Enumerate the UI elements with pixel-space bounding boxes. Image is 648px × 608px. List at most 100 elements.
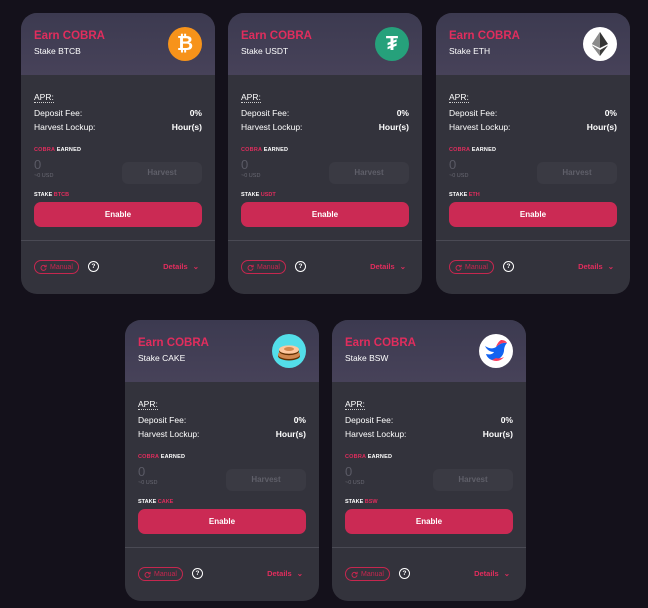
help-icon[interactable]: ?	[503, 261, 514, 272]
stake-word: STAKE	[138, 499, 157, 505]
card-header: Earn COBRA Stake USDT ₮	[228, 13, 422, 75]
details-toggle[interactable]: Details ⌄	[370, 262, 406, 271]
details-label: Details	[578, 262, 603, 271]
stake-word: STAKE	[449, 192, 468, 198]
harvest-button[interactable]: Harvest	[226, 469, 306, 491]
earn-title: Earn COBRA	[345, 337, 416, 349]
details-toggle[interactable]: Details ⌄	[267, 569, 303, 578]
manual-label: Manual	[154, 570, 177, 578]
enable-button[interactable]: Enable	[241, 202, 409, 227]
usdt-icon: ₮	[375, 27, 409, 61]
harvest-lockup-row: Harvest Lockup: Hour(s)	[138, 429, 306, 439]
eth-icon	[583, 27, 617, 61]
details-toggle[interactable]: Details ⌄	[578, 262, 614, 271]
harvest-lockup-value: Hour(s)	[275, 429, 306, 439]
stake-token: ETH	[468, 192, 480, 198]
details-toggle[interactable]: Details ⌄	[474, 569, 510, 578]
earn-title: Earn COBRA	[34, 30, 105, 42]
chevron-down-icon: ⌄	[503, 569, 510, 578]
deposit-fee-row: Deposit Fee: 0%	[138, 415, 306, 425]
harvest-button[interactable]: Harvest	[537, 162, 617, 184]
earned-value: 0	[138, 464, 146, 479]
harvest-lockup-value: Hour(s)	[378, 122, 409, 132]
stake-label: STAKE USDT	[241, 192, 276, 198]
earn-title: Earn COBRA	[241, 30, 312, 42]
biswap-bird-icon	[485, 340, 507, 361]
details-label: Details	[370, 262, 395, 271]
card-header: Earn COBRA Stake CAKE	[125, 320, 319, 382]
deposit-fee-value: 0%	[293, 415, 306, 425]
manual-label: Manual	[50, 263, 73, 271]
help-icon[interactable]: ?	[399, 568, 410, 579]
divider	[125, 547, 319, 548]
harvest-button[interactable]: Harvest	[433, 469, 513, 491]
help-icon[interactable]: ?	[192, 568, 203, 579]
stake-word: STAKE	[345, 499, 364, 505]
stake-label: STAKE BSW	[345, 499, 378, 505]
earned-word: EARNED	[471, 147, 497, 153]
deposit-fee-value: 0%	[189, 108, 202, 118]
earned-word: EARNED	[263, 147, 289, 153]
harvest-lockup-row: Harvest Lockup: Hour(s)	[34, 122, 202, 132]
apr-label: APR:	[138, 399, 158, 410]
manual-label: Manual	[465, 263, 488, 271]
stake-subtitle: Stake CAKE	[138, 353, 186, 363]
stake-label: STAKE ETH	[449, 192, 480, 198]
deposit-fee-row: Deposit Fee: 0%	[345, 415, 513, 425]
chevron-down-icon: ⌄	[192, 262, 199, 271]
details-label: Details	[474, 569, 499, 578]
help-icon[interactable]: ?	[295, 261, 306, 272]
deposit-fee-row: Deposit Fee: 0%	[449, 108, 617, 118]
harvest-lockup-label: Harvest Lockup:	[34, 122, 96, 132]
farm-card-btcb: Earn COBRA Stake BTCB ₿ APR: Deposit Fee…	[21, 13, 215, 294]
harvest-lockup-value: Hour(s)	[482, 429, 513, 439]
earned-label: COBRA EARNED	[449, 147, 496, 153]
farm-card-bsw: Earn COBRA Stake BSW APR: Deposit Fee: 0…	[332, 320, 526, 601]
refresh-icon	[455, 264, 462, 271]
details-label: Details	[163, 262, 188, 271]
enable-button[interactable]: Enable	[345, 509, 513, 534]
harvest-button[interactable]: Harvest	[329, 162, 409, 184]
deposit-fee-value: 0%	[396, 108, 409, 118]
earned-label: COBRA EARNED	[138, 454, 185, 460]
pancake-stack-icon	[278, 345, 300, 361]
apr-label: APR:	[34, 92, 54, 103]
harvest-lockup-value: Hour(s)	[586, 122, 617, 132]
deposit-fee-label: Deposit Fee:	[34, 108, 83, 118]
manual-badge: Manual	[449, 260, 494, 274]
earned-word: EARNED	[56, 147, 82, 153]
manual-badge: Manual	[138, 567, 183, 581]
details-toggle[interactable]: Details ⌄	[163, 262, 199, 271]
deposit-fee-value: 0%	[500, 415, 513, 425]
card-header: Earn COBRA Stake BSW	[332, 320, 526, 382]
refresh-icon	[247, 264, 254, 271]
card-header: Earn COBRA Stake BTCB ₿	[21, 13, 215, 75]
stake-token: BSW	[364, 499, 378, 505]
earned-usd: ~0 USD	[34, 173, 54, 179]
earned-value: 0	[449, 157, 457, 172]
stake-token: USDT	[260, 192, 276, 198]
earned-label: COBRA EARNED	[241, 147, 288, 153]
enable-button[interactable]: Enable	[138, 509, 306, 534]
apr-label: APR:	[449, 92, 469, 103]
earn-title: Earn COBRA	[138, 337, 209, 349]
deposit-fee-value: 0%	[604, 108, 617, 118]
refresh-icon	[144, 571, 151, 578]
chevron-down-icon: ⌄	[399, 262, 406, 271]
harvest-button[interactable]: Harvest	[122, 162, 202, 184]
enable-button[interactable]: Enable	[449, 202, 617, 227]
harvest-lockup-label: Harvest Lockup:	[138, 429, 200, 439]
stake-subtitle: Stake USDT	[241, 46, 289, 56]
stake-token: BTCB	[53, 192, 70, 198]
deposit-fee-row: Deposit Fee: 0%	[241, 108, 409, 118]
enable-button[interactable]: Enable	[34, 202, 202, 227]
manual-label: Manual	[257, 263, 280, 271]
stake-word: STAKE	[34, 192, 53, 198]
earn-title: Earn COBRA	[449, 30, 520, 42]
help-icon[interactable]: ?	[88, 261, 99, 272]
earned-token: COBRA	[138, 454, 159, 460]
earned-usd: ~0 USD	[241, 173, 261, 179]
earned-value: 0	[345, 464, 353, 479]
harvest-lockup-row: Harvest Lockup: Hour(s)	[241, 122, 409, 132]
eth-diamond-icon	[592, 32, 608, 56]
